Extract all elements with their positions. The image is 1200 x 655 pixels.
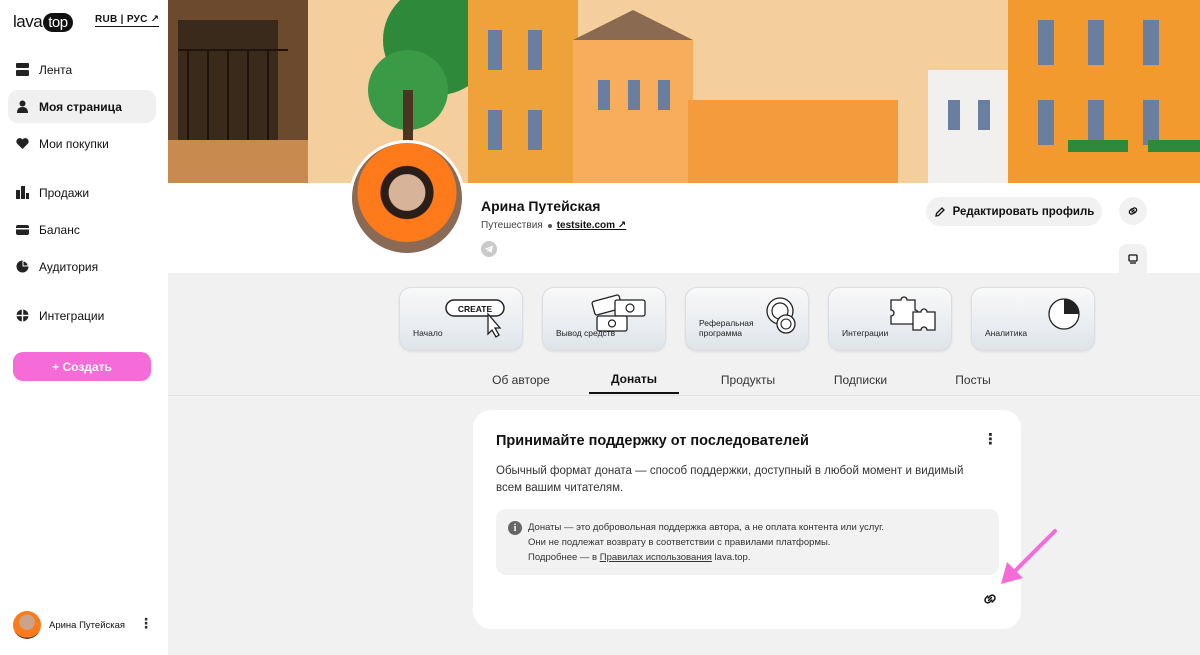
notice-line: Донаты — это добровольная поддержка авто…	[528, 522, 885, 533]
sidebar-item-feed[interactable]: Лента	[8, 53, 156, 86]
logo[interactable]: lava top	[13, 12, 73, 32]
cover-image	[168, 0, 1200, 183]
integrations-icon	[16, 309, 29, 322]
sidebar-item-integrations[interactable]: Интеграции	[8, 299, 156, 332]
sidebar-item-audience[interactable]: Аудитория	[8, 250, 156, 283]
donation-card-title: Принимайте поддержку от последователей	[496, 433, 809, 449]
info-icon: i	[508, 521, 522, 535]
notice-line: Подробнее — в Правилах использования lav…	[528, 550, 884, 565]
quick-card-analytics[interactable]: Аналитика	[971, 287, 1095, 351]
profile-name: Арина Путейская	[481, 198, 601, 214]
logo-text: lava	[13, 12, 43, 31]
bar-chart-icon	[16, 186, 29, 199]
create-badge-text: CREATE	[458, 304, 493, 314]
sidebar: lava top RUB | РУС ↗ Лента Моя страница …	[0, 0, 168, 655]
quick-card-referral[interactable]: Реферальная программа	[685, 287, 809, 351]
pie-chart-icon	[16, 260, 29, 273]
notice-prefix: Подробнее — в	[528, 552, 600, 563]
quick-card-label: Реферальная программа	[699, 318, 754, 338]
sidebar-item-balance[interactable]: Баланс	[8, 213, 156, 246]
quick-card-label: Начало	[413, 328, 443, 338]
separator-dot	[547, 223, 552, 228]
create-button[interactable]: + Создать	[13, 352, 151, 381]
profile-site-link[interactable]: testsite.com ↗	[557, 220, 627, 231]
terms-link[interactable]: Правилах использования	[600, 552, 712, 563]
sidebar-item-label: Лента	[39, 62, 73, 77]
notice-suffix: lava.top.	[711, 552, 751, 563]
quick-card-withdraw[interactable]: Вывод средств	[542, 287, 666, 351]
quick-card-integrations[interactable]: Интеграции	[828, 287, 952, 351]
donation-link-icon[interactable]	[981, 590, 999, 608]
sidebar-user[interactable]: Арина Путейская ⋮	[13, 610, 153, 640]
notice-text: Донаты — это добровольная поддержка авто…	[528, 520, 884, 565]
tab-donations[interactable]: Донаты	[589, 366, 679, 394]
notice-line: Они не подлежат возврату в соответствии …	[528, 537, 831, 548]
create-cursor-icon: CREATE	[445, 299, 505, 338]
sidebar-item-sales[interactable]: Продажи	[8, 176, 156, 209]
profile-meta: Путешествия testsite.com ↗	[481, 220, 626, 231]
edit-profile-button[interactable]: Редактировать профиль	[926, 197, 1102, 226]
avatar	[13, 611, 41, 639]
quick-card-label: Вывод средств	[556, 328, 616, 338]
donation-card-description: Обычный формат доната — способ поддержки…	[496, 465, 964, 494]
quick-card-label: Интеграции	[842, 328, 889, 338]
copy-link-button[interactable]	[1119, 197, 1147, 225]
sidebar-item-label: Продажи	[39, 185, 90, 200]
sidebar-item-label: Мои покупки	[39, 136, 109, 151]
sidebar-item-my-page[interactable]: Моя страница	[8, 90, 156, 123]
donation-notice: i Донаты — это добровольная поддержка ав…	[496, 509, 999, 575]
profile-avatar[interactable]	[349, 140, 465, 256]
more-icon[interactable]: ⋮	[983, 432, 998, 447]
link-icon	[1128, 207, 1138, 215]
more-icon[interactable]: ⋮	[139, 616, 153, 630]
sidebar-user-name: Арина Путейская	[49, 619, 126, 631]
logo-pill: top	[43, 12, 73, 32]
quick-card-start[interactable]: CREATE Начало	[399, 287, 523, 351]
sidebar-item-label: Баланс	[39, 222, 80, 237]
tab-subscriptions[interactable]: Подписки	[823, 366, 898, 394]
pencil-icon	[934, 206, 945, 217]
monitor-icon	[1128, 253, 1138, 264]
tab-posts[interactable]: Посты	[938, 366, 1008, 394]
edit-profile-label: Редактировать профиль	[952, 205, 1095, 218]
donation-card: Принимайте поддержку от последователей ⋮…	[473, 410, 1021, 629]
user-icon	[16, 100, 29, 113]
tab-about[interactable]: Об авторе	[480, 366, 562, 394]
tab-products[interactable]: Продукты	[708, 366, 788, 394]
wallet-icon	[16, 223, 29, 236]
currency-language-switch[interactable]: RUB | РУС ↗	[95, 14, 160, 27]
heart-icon	[16, 137, 29, 150]
quick-card-label: Аналитика	[985, 328, 1028, 338]
preview-button[interactable]	[1119, 244, 1147, 273]
sidebar-item-purchases[interactable]: Мои покупки	[8, 127, 156, 160]
annotation-arrow-icon	[1001, 529, 1057, 584]
tabs-divider	[168, 395, 1200, 396]
sidebar-item-label: Интеграции	[39, 308, 105, 323]
feed-icon	[16, 63, 29, 76]
sidebar-item-label: Моя страница	[39, 99, 122, 114]
telegram-icon[interactable]	[481, 241, 497, 257]
profile-tabs: Об авторе Донаты Продукты Подписки Посты	[468, 366, 1018, 396]
profile-category: Путешествия	[481, 220, 543, 231]
sidebar-item-label: Аудитория	[39, 259, 99, 274]
